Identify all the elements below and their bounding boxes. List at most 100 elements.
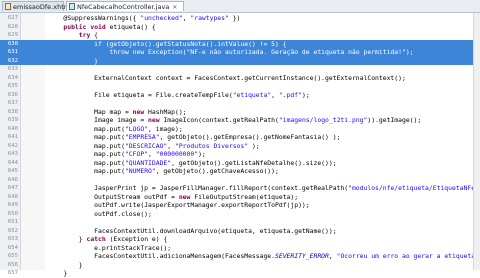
code-line[interactable]: 637 xyxy=(0,99,480,108)
line-number: 640 xyxy=(7,125,18,132)
code-token: "Produtos Diversos" xyxy=(174,141,249,150)
code-token: catch xyxy=(86,235,106,243)
code-line[interactable]: 631 throw new Exception("NF-e não autori… xyxy=(0,48,480,57)
line-number: 641 xyxy=(7,134,18,140)
code-line[interactable]: 634 ExternalContext context = FacesConte… xyxy=(0,74,480,83)
code-line[interactable]: 640 map.put("LOGO", image); xyxy=(0,125,480,134)
code-token: "Ocorreu um erro ao gerar a etiqueta!" xyxy=(336,252,480,260)
code-line[interactable]: 630 if (getObjeto().getStatusNota().intV… xyxy=(0,39,480,48)
code-token: , xyxy=(271,90,279,99)
line-number: 631 xyxy=(0,48,18,57)
vertical-scrollbar[interactable] xyxy=(473,13,480,270)
code-token: "modulos/nfe/etiqueta/EtiquetaNFe xyxy=(348,184,476,192)
code-text: JasperPrint jp = JasperFillManager.fillR… xyxy=(48,184,475,193)
code-text: map.put("EMPRESA", getObjeto().getEmpres… xyxy=(48,133,340,142)
xhtml-file-icon xyxy=(5,3,11,10)
code-text: } xyxy=(48,57,98,66)
line-number: 657 xyxy=(7,270,18,276)
code-text: try { xyxy=(48,31,98,40)
code-text: map.put("DESCRICAO", "Produtos Diversos"… xyxy=(48,141,259,151)
code-line[interactable]: 633 xyxy=(0,65,480,74)
code-text: outPdf.close(); xyxy=(48,210,152,219)
code-token: , xyxy=(148,150,156,158)
code-token: map.put( xyxy=(48,124,125,133)
line-number: 633 xyxy=(7,66,18,72)
code-token: new xyxy=(148,116,160,124)
code-line[interactable]: 636 File etiqueta = File.createTempFile(… xyxy=(0,91,480,100)
code-token: map.put( xyxy=(48,141,125,150)
code-line[interactable]: 656 } xyxy=(0,261,480,270)
line-number: 651 xyxy=(7,219,18,225)
code-text: map.put("NUMERO", getObjeto().getChaveAc… xyxy=(48,167,279,176)
close-tab-icon[interactable]: ✕ xyxy=(172,4,177,11)
code-line[interactable]: 645 map.put("NUMERO", getObjeto().getCha… xyxy=(0,167,480,176)
line-number: 644 xyxy=(7,159,18,166)
line-number: 632 xyxy=(0,56,18,65)
code-text: File etiqueta = File.createTempFile("eti… xyxy=(48,91,310,100)
code-token: ImageIcon(context.getRealPath( xyxy=(159,116,279,124)
code-line[interactable]: 627 @SuppressWarnings({ "unchecked", "ra… xyxy=(0,14,480,23)
code-text: OutputStream outPdf = new FileOutputStre… xyxy=(48,193,298,202)
code-token: , xyxy=(167,141,175,150)
code-line[interactable]: 652 FacesContextUtil.downloadArquivo(eti… xyxy=(0,227,480,236)
code-line[interactable]: 651 xyxy=(0,218,480,227)
code-text: } xyxy=(48,261,83,270)
code-token: "CFOP" xyxy=(124,150,149,158)
code-token: "LOGO" xyxy=(124,124,149,133)
line-number: 656 xyxy=(7,261,18,268)
code-token: }) xyxy=(228,14,241,22)
code-line[interactable]: 657 } xyxy=(0,269,480,278)
code-line[interactable]: 654 e.printStackTrace(); xyxy=(0,244,480,253)
code-token: } xyxy=(48,269,68,277)
line-number: 634 xyxy=(7,74,18,81)
line-number: 642 xyxy=(7,142,18,149)
code-line[interactable]: 641 map.put("EMPRESA", getObjeto().getEm… xyxy=(0,133,480,142)
code-token: "EMPRESA" xyxy=(124,133,160,141)
code-text: FacesContextUtil.adicionaMensagem(FacesM… xyxy=(48,252,480,261)
code-token: "etiqueta" xyxy=(232,90,272,99)
code-line[interactable]: 655 FacesContextUtil.adicionaMensagem(Fa… xyxy=(0,252,480,261)
code-line[interactable]: 649 outPdf.write(JasperExportManager.exp… xyxy=(0,201,480,210)
code-line[interactable]: 632 } xyxy=(0,56,480,66)
code-token: outPdf.write(JasperExportManager.exportR… xyxy=(48,201,310,209)
code-token: (Exception e) { xyxy=(105,235,168,243)
code-line[interactable]: 639 Image image = new ImageIcon(context.… xyxy=(0,116,480,125)
code-line[interactable]: 629 try { xyxy=(0,31,480,40)
code-token: , getObjeto().getChaveAcesso()); xyxy=(155,167,279,175)
code-line[interactable]: 642 map.put("DESCRICAO", "Produtos Diver… xyxy=(0,142,480,151)
code-token: new xyxy=(178,192,191,201)
java-file-icon xyxy=(69,3,75,10)
code-text: } xyxy=(48,269,67,278)
code-line[interactable]: 644 map.put("QUANTIDADE", getObjeto().ge… xyxy=(0,159,480,168)
code-token: { xyxy=(90,31,99,39)
tab-emissao-dfe[interactable]: emissaoDfe.xhtml xyxy=(2,1,72,11)
code-token: , getObjeto().getListaNfeDetalhe().size(… xyxy=(171,158,337,167)
code-token: e.printStackTrace(); xyxy=(48,243,172,252)
line-number: 650 xyxy=(7,210,18,217)
tab-nfe-cabecalho-controller[interactable]: NfeCabecalhoController.java ✕ xyxy=(66,1,184,11)
code-text: public void etiqueta() { xyxy=(48,22,155,32)
code-text: map.put("LOGO", image); xyxy=(48,125,183,134)
code-token: void xyxy=(90,22,106,31)
code-text: ExternalContext context = FacesContext.g… xyxy=(48,74,406,83)
code-token: Image image = xyxy=(48,116,149,124)
code-token: "imagens/logo_t2ti.png" xyxy=(278,116,368,124)
code-line[interactable]: 653 } catch (Exception e) { xyxy=(0,235,480,244)
code-line[interactable]: 647 JasperPrint jp = JasperFillManager.f… xyxy=(0,184,480,193)
code-token: SEVERITY_ERROR xyxy=(275,252,329,260)
code-line[interactable]: 628 public void etiqueta() { xyxy=(0,23,480,32)
code-line[interactable]: 650 outPdf.close(); xyxy=(0,210,480,219)
code-line[interactable]: 638 Map map = new HashMap(); xyxy=(0,108,480,117)
code-token: FacesContextUtil.adicionaMensagem(FacesM… xyxy=(48,252,276,260)
code-text: outPdf.write(JasperExportManager.exportR… xyxy=(48,201,310,210)
code-text: FacesContextUtil.downloadArquivo(etiquet… xyxy=(48,227,336,236)
line-number: 639 xyxy=(7,117,18,123)
code-token: , image); xyxy=(148,124,183,133)
code-line[interactable]: 643 map.put("CFOP", "000000000"); xyxy=(0,150,480,159)
code-line[interactable]: 635 xyxy=(0,82,480,91)
code-line[interactable]: 648 OutputStream outPdf = new FileOutput… xyxy=(0,193,480,202)
line-number: 627 xyxy=(7,15,18,21)
code-token: "DESCRICAO" xyxy=(124,141,168,150)
code-line[interactable]: 646 xyxy=(0,176,480,185)
